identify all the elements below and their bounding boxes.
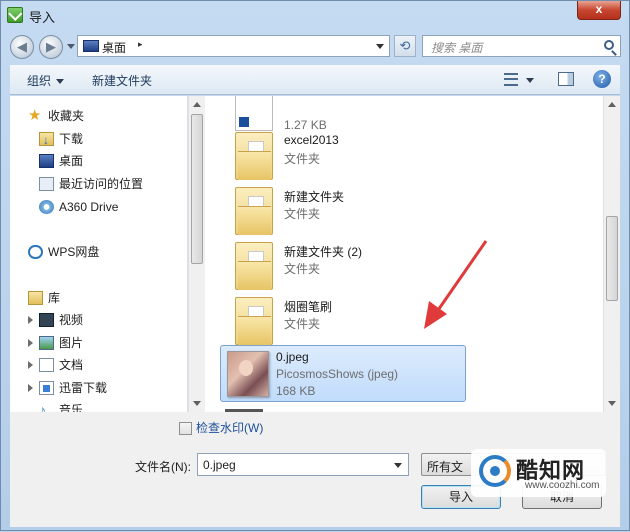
search-icon[interactable] <box>604 40 614 50</box>
search-input[interactable]: 搜索 桌面 <box>422 35 621 57</box>
desktop-icon <box>83 40 99 52</box>
content-area: ★ 收藏夹 下载 桌面 最近访问的位置 A360 Drive WPS网盘 <box>10 96 620 412</box>
coozhi-logo-icon <box>479 455 511 487</box>
chevron-down-icon <box>56 79 65 85</box>
filename-value[interactable]: 0.jpeg <box>203 458 236 472</box>
organize-button[interactable]: 组织 <box>27 72 65 89</box>
forward-button[interactable]: ▶ <box>39 35 63 59</box>
filename-input[interactable]: 0.jpeg <box>197 453 409 476</box>
file-type: 文件夹 <box>284 207 321 221</box>
image-thumbnail <box>227 351 269 397</box>
file-type: 文件夹 <box>284 152 321 166</box>
view-options-icon[interactable] <box>504 73 518 86</box>
address-bar[interactable]: 桌面 ▸ <box>77 35 390 57</box>
folder-icon <box>235 297 273 345</box>
file-name: 新建文件夹 (2) <box>284 245 363 259</box>
site-watermark: 酷知网 www.coozhi.com <box>471 449 606 497</box>
file-name: excel2013 <box>284 133 339 147</box>
list-item[interactable]: 新建文件夹 (2) 文件夹 <box>225 236 475 291</box>
list-item[interactable]: excel2013 文件夹 <box>225 126 475 181</box>
file-size: 168 KB <box>276 384 316 398</box>
filename-label: 文件名(N): <box>135 460 191 474</box>
folder-icon <box>235 132 273 180</box>
list-item-selected[interactable]: 0.jpeg PicosmosShows (jpeg) 168 KB <box>220 345 466 402</box>
watermark-url: www.coozhi.com <box>525 480 600 491</box>
file-scroll-thumb[interactable] <box>606 216 618 301</box>
app-icon <box>7 7 23 23</box>
folder-icon <box>235 242 273 290</box>
filetype-value[interactable]: 所有文 <box>427 458 463 475</box>
new-folder-button[interactable]: 新建文件夹 <box>92 72 152 89</box>
organize-label: 组织 <box>27 74 52 88</box>
list-item[interactable]: 新建文件夹 文件夹 <box>225 181 475 236</box>
file-name: 烟圈笔刷 <box>284 300 333 314</box>
scroll-up-arrow-icon[interactable] <box>608 102 616 107</box>
watermark-checkbox[interactable] <box>179 422 192 435</box>
address-path[interactable]: 桌面 <box>102 39 126 56</box>
file-name: 0.jpeg <box>276 350 309 364</box>
window-title: 导入 <box>29 10 56 25</box>
file-list-scrollbar[interactable] <box>603 96 620 412</box>
breadcrumb-separator[interactable]: ▸ <box>138 39 143 50</box>
import-dialog: 导入 x ◀ ▶ 桌面 ▸ ⟲ 搜索 桌面 组织 新建文件夹 ? ★ 收藏夹 ↓… <box>0 0 630 531</box>
file-type: PicosmosShows (jpeg) <box>276 367 399 381</box>
file-list: 1.27 KB excel2013 文件夹 新建文件夹 文件夹 新建文件夹 (2… <box>10 96 603 412</box>
file-type: 文件夹 <box>284 262 321 276</box>
watermark-checkbox-label[interactable]: 检查水印(W) <box>196 419 263 436</box>
title-bar: 导入 x <box>1 1 629 29</box>
back-button[interactable]: ◀ <box>10 35 34 59</box>
address-dropdown-icon[interactable] <box>376 44 384 49</box>
preview-pane-icon[interactable] <box>558 72 574 86</box>
folder-icon <box>235 187 273 235</box>
refresh-button[interactable]: ⟲ <box>394 35 416 57</box>
recent-pages-dropdown-icon[interactable] <box>67 44 75 49</box>
help-icon[interactable]: ? <box>593 70 611 88</box>
file-name: 新建文件夹 <box>284 190 345 204</box>
scroll-down-arrow-icon[interactable] <box>608 401 616 406</box>
filename-dropdown-icon[interactable] <box>394 463 402 468</box>
file-type: 文件夹 <box>284 317 321 331</box>
search-placeholder: 搜索 桌面 <box>431 41 483 55</box>
list-item[interactable]: 烟圈笔刷 文件夹 <box>225 291 475 346</box>
view-dropdown-icon[interactable] <box>526 78 534 83</box>
toolbar: 组织 新建文件夹 ? <box>10 65 620 95</box>
close-button[interactable]: x <box>577 1 621 20</box>
